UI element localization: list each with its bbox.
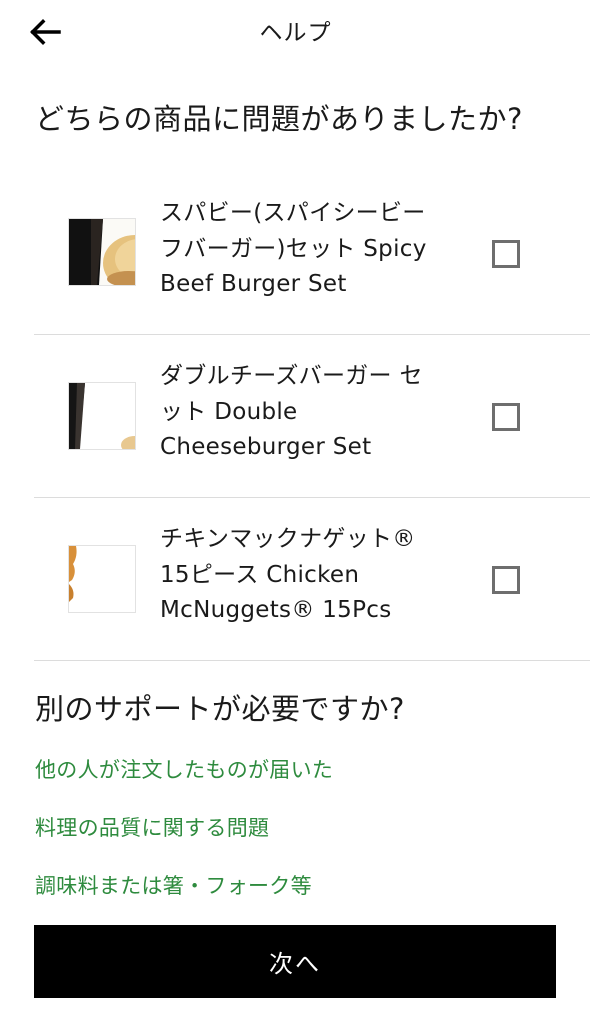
- item-list: スパビー(スパイシービー フバーガー)セット Spicy Beef Burger…: [34, 172, 590, 661]
- item-name: スパビー(スパイシービー フバーガー)セット Spicy Beef Burger…: [160, 200, 427, 297]
- list-item[interactable]: ダブルチーズバーガー セ ット Double Cheeseburger Set: [34, 335, 590, 498]
- item-question-heading: どちらの商品に問題がありましたか?: [35, 102, 523, 136]
- support-link-wrong-order[interactable]: 他の人が注文したものが届いた: [35, 754, 333, 784]
- list-item[interactable]: スパビー(スパイシービー フバーガー)セット Spicy Beef Burger…: [34, 172, 590, 335]
- list-item[interactable]: チキンマックナゲット® 15ピース Chicken McNuggets® 15P…: [34, 498, 590, 661]
- item-name: チキンマックナゲット® 15ピース Chicken McNuggets® 15P…: [160, 526, 416, 623]
- item-thumbnail: [68, 382, 136, 450]
- item-name: ダブルチーズバーガー セ ット Double Cheeseburger Set: [160, 363, 423, 460]
- next-button[interactable]: 次へ: [34, 925, 556, 998]
- item-thumbnail: [68, 545, 136, 613]
- item-checkbox[interactable]: [492, 566, 520, 594]
- support-link-condiments-utensils[interactable]: 調味料または箸・フォーク等: [35, 870, 312, 900]
- support-heading: 別のサポートが必要ですか?: [35, 692, 405, 726]
- support-link-food-quality[interactable]: 料理の品質に関する問題: [35, 812, 269, 842]
- item-thumbnail: [68, 218, 136, 286]
- item-checkbox[interactable]: [492, 240, 520, 268]
- page-title: ヘルプ: [259, 20, 332, 46]
- app-header: ヘルプ: [0, 0, 591, 62]
- item-checkbox[interactable]: [492, 403, 520, 431]
